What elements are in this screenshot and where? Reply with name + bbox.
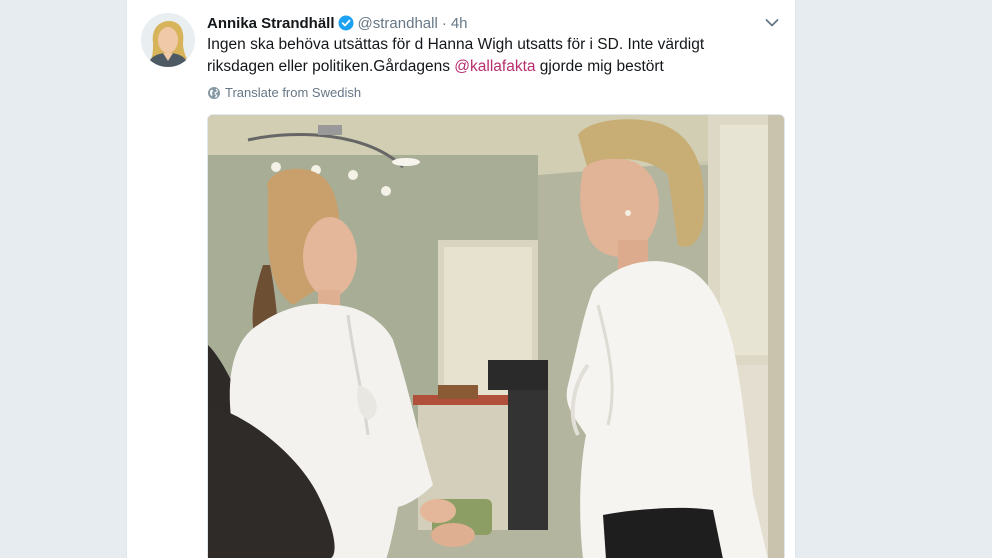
avatar[interactable] bbox=[141, 13, 195, 67]
author-name[interactable]: Annika Strandhäll bbox=[207, 15, 335, 32]
verified-badge-icon bbox=[338, 15, 354, 31]
author-handle[interactable]: @strandhall bbox=[358, 15, 438, 32]
separator-dot: · bbox=[441, 14, 447, 32]
timestamp[interactable]: 4h bbox=[451, 15, 468, 32]
tweet-card[interactable]: Annika Strandhäll @strandhall · 4h Ingen… bbox=[126, 0, 796, 558]
tweet-text-part2: gjorde mig bestört bbox=[535, 58, 664, 75]
chevron-down-icon[interactable] bbox=[763, 14, 781, 32]
tweet-photo[interactable] bbox=[207, 114, 785, 558]
globe-icon bbox=[207, 86, 221, 100]
translate-link[interactable]: Translate from Swedish bbox=[207, 85, 361, 100]
tweet-text: Ingen ska behöva utsättas för d Hanna Wi… bbox=[207, 34, 767, 78]
tweet-header: Annika Strandhäll @strandhall · 4h bbox=[207, 13, 781, 33]
translate-label: Translate from Swedish bbox=[225, 85, 362, 100]
mention-link[interactable]: @kallafakta bbox=[454, 58, 535, 75]
